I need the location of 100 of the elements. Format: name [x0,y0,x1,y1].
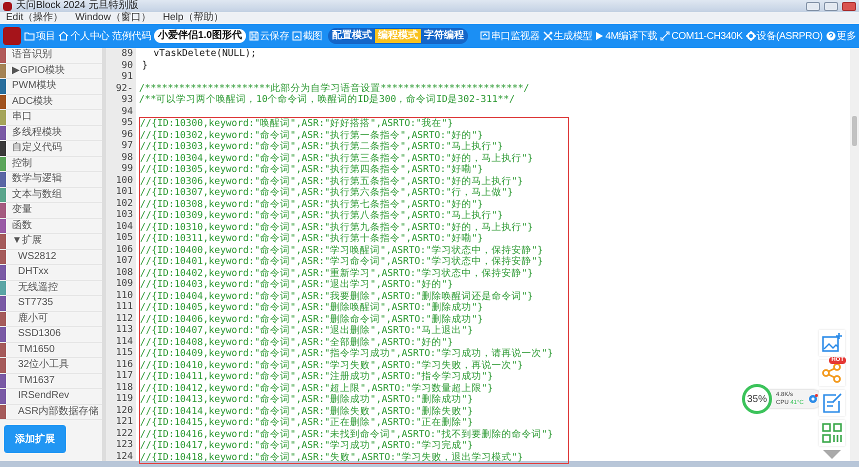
sidebar-item[interactable]: 自定义代码 [0,141,102,156]
sidebar-item[interactable]: ▼扩展 [0,234,102,250]
menu-item[interactable]: Edit（操作） [6,12,64,24]
sidebar-item[interactable]: PWM模块 [0,79,102,94]
line-number: 112 [114,312,134,324]
save-icon [248,31,259,41]
code-line: //{ID:10407,keyword:"命令词",ASR:"退出删除",ASRTO:"马上退出"} [140,325,474,336]
code-line: /**可以学习两个唤醒词，10个命令词，唤醒词的ID是300，命令词ID是302-311**/ [139,94,515,105]
image-add-button[interactable] [819,330,845,356]
app-logo-icon [3,27,21,45]
code-line: vTaskDelete(NULL); [152,48,256,59]
tools-icon [542,31,553,41]
line-number: 108 [114,266,134,278]
image-frame-icon [292,31,302,41]
line-number: 92- [114,82,134,94]
code-line: //{ID:10406,keyword:"命令词",ASR:"删除命令词",ASRTO:"删除成功"} [140,314,484,324]
settings-icon [746,31,756,41]
line-number: 104 [114,220,134,232]
mode-tab[interactable]: 配置模式 [328,29,375,43]
code-line: //{ID:10411,keyword:"命令词",ASR:"注册成功",ASRTO:"指令学习成功"} [140,371,494,382]
code-line: //{ID:10308,keyword:"命令词",ASR:"执行第七条指令",ASRTO:"好的"} [140,198,484,210]
line-number: 99 [120,163,134,174]
folder-icon [24,31,35,41]
close-button[interactable] [842,2,856,10]
code-line: //{ID:10417,keyword:"命令词",ASR:"学习成功",ASRTO:"学习完成"} [140,440,474,451]
maximize-button[interactable] [824,2,838,10]
sidebar-item[interactable]: 数学与逻辑 [0,172,102,188]
sidebar-item[interactable]: 语音识别 [0,48,102,64]
line-number: 121 [114,416,134,428]
code-line: //{ID:10401,keyword:"命令词",ASR:"学习命令词",ASRTO:"学习状态中，保持安静"} [140,256,544,267]
line-number: 93 [120,94,134,106]
minimize-button[interactable] [806,2,820,10]
code-line: //{ID:10410,keyword:"命令词",ASR:"学习失败",ASRTO:"学习失败，再说一次"} [140,360,524,370]
sidebar-item[interactable]: DHTxx [0,265,102,280]
sidebar-item[interactable]: 32位小工具 [0,358,102,374]
project-name-field[interactable]: 小爱伴侣1.0图形代 [154,29,246,43]
collapse-arrow-icon[interactable] [823,450,841,459]
note-edit-button[interactable] [819,390,845,416]
line-number: 91 [120,71,134,82]
line-number: 124 [114,450,134,462]
code-line: //{ID:10303,keyword:"命令词",ASR:"执行第二条指令",ASRTO:"马上执行"} [140,141,504,152]
code-line: //{ID:10408,keyword:"命令词",ASR:"全部删除",ASRTO:"好的"} [140,336,454,348]
line-number: 95 [120,117,134,128]
note-edit-icon [821,392,843,414]
code-line: //{ID:10404,keyword:"命令词",ASR:"我要删除",ASRTO:"删除唤醒词还是命令词"} [140,290,534,302]
code-line: //{ID:10309,keyword:"命令词",ASR:"执行第八条指令",ASRTO:"马上执行"} [140,210,504,221]
line-number: 118 [114,382,134,393]
window-title: 天问Block 2024 元旦特别版 [16,0,138,12]
menu-item[interactable]: Window（窗口） [75,12,151,24]
code-line: //{ID:10412,keyword:"命令词",ASR:"超上限",ASRTO:"学习数量超上限"} [140,382,494,394]
code-line: //{ID:10413,keyword:"命令词",ASR:"删除成功",ASRTO:"删除成功"} [140,394,474,405]
code-line: //{ID:10405,keyword:"命令词",ASR:"删除唤醒词",ASRTO:"删除成功"} [140,302,484,313]
code-line: } [142,60,148,70]
line-number: 122 [114,428,134,439]
line-number: 113 [114,324,134,336]
sidebar-item[interactable]: ASR内部数据存储 [0,404,102,420]
line-number: 110 [114,290,134,301]
line-number: 102 [114,198,134,209]
sidebar-item[interactable]: IRSendRev [0,389,102,404]
line-number: 89 [120,48,134,60]
app-logo-icon [3,2,12,10]
line-number: 119 [114,393,134,404]
line-number: 96 [120,128,134,140]
mode-tab[interactable]: 字符编程 [420,29,467,43]
code-line: //{ID:10414,keyword:"命令词",ASR:"删除失败",ASRTO:"删除失败"} [140,406,474,416]
line-number: 100 [114,174,134,186]
code-line: //{ID:10306,keyword:"命令词",ASR:"执行第五条指令",ASRTO:"好的马上执行"} [140,176,524,186]
code-line: //{ID:10300,keyword:"唤醒词",ASR:"好好搭搭",ASRTO:"我在"} [140,118,454,129]
code-line: //{ID:10307,keyword:"命令词",ASR:"执行第六条指令",ASRTO:"行，马上做"} [140,187,514,198]
code-line: /**********************此部分为自学习语音设置*************************/ [139,82,530,94]
line-number: 97 [120,140,134,152]
code-line: //{ID:10400,keyword:"命令词",ASR:"学习唤醒词",ASRTO:"学习状态中，保持安静"} [140,244,544,256]
line-number: 105 [114,232,134,244]
line-number: 94 [120,106,134,117]
scrollbar[interactable] [850,48,859,461]
line-number: 120 [114,404,134,416]
sidebar-item[interactable]: ST7735 [0,296,102,312]
code-line: //{ID:10418,keyword:"命令词",ASR:"失败",ASRTO:"学习失败，退出学习模式"} [140,452,524,462]
fan-icon [808,394,818,404]
line-number: 106 [114,244,134,255]
line-number: 98 [120,152,134,163]
sidebar-item[interactable]: SSD1306 [0,327,102,342]
play-icon [595,31,604,41]
usage-percent: 35% [746,392,767,406]
line-number: 107 [114,255,134,266]
line-number: 114 [114,336,134,347]
line-number: 111 [114,301,134,312]
qr-code-button[interactable] [819,420,845,446]
sidebar-item[interactable]: 变量 [0,203,102,218]
line-number: 117 [114,370,134,382]
code-line: //{ID:10415,keyword:"命令词",ASR:"正在删除",ASRTO:"正在删除"} [140,417,474,428]
image-add-icon [821,332,843,354]
line-number: 103 [114,209,134,220]
code-line: //{ID:10304,keyword:"命令词",ASR:"执行第三条指令",ASRTO:"好的，马上执行"} [140,152,534,164]
sidebar-item[interactable]: 串口 [0,110,102,126]
menu-item[interactable]: Help（帮助） [162,12,224,24]
qr-code-icon [821,422,843,444]
code-line: //{ID:10310,keyword:"命令词",ASR:"执行第九条指令",ASRTO:"好的，马上执行"} [140,222,534,232]
code-line: //{ID:10409,keyword:"命令词",ASR:"指令学习成功",ASRTO:"学习成功，请再说一次"} [140,348,554,359]
share-icon [821,362,843,384]
